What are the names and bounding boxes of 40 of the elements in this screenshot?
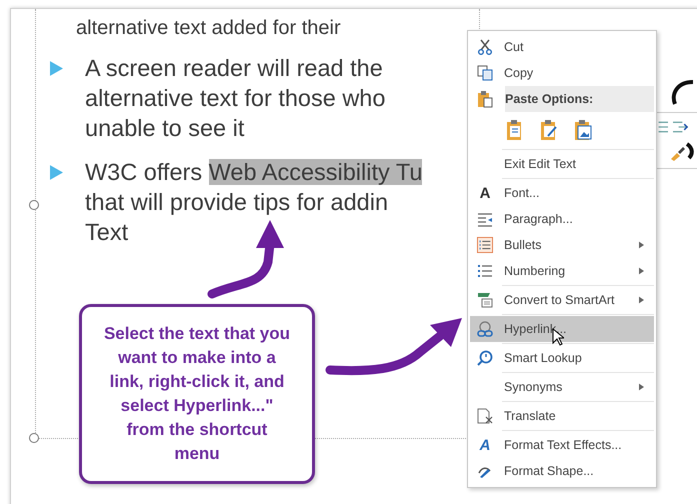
clipboard-icon bbox=[540, 119, 558, 141]
slide-text: W3C offers bbox=[85, 159, 204, 185]
menu-item[interactable]: Convert to SmartArt bbox=[470, 287, 654, 313]
menu-item[interactable]: Copy bbox=[470, 60, 654, 86]
hyperlink-icon bbox=[477, 321, 493, 337]
bullet-list-icon bbox=[477, 237, 493, 253]
menu-item[interactable]: Cut bbox=[470, 34, 654, 60]
callout-text: Select the text that you want to make into a link, right-click it, and select Hyperlink..." from the shortcut menu bbox=[102, 323, 292, 465]
paragraph-icon bbox=[477, 211, 493, 227]
slide-text: that will provide tips for addin bbox=[85, 188, 390, 217]
menu-item[interactable]: Exit Edit Text bbox=[470, 151, 654, 177]
slide-text: alternative text for those who bbox=[85, 84, 386, 113]
bullet-icon bbox=[50, 61, 63, 76]
menu-item[interactable]: A Format Text Effects... bbox=[470, 432, 654, 458]
indent-icon[interactable] bbox=[673, 121, 688, 133]
menu-item[interactable]: A Font... bbox=[470, 180, 654, 206]
slide-text: alternative text added for their bbox=[76, 17, 342, 39]
menu-item[interactable]: Smart Lookup bbox=[470, 345, 654, 371]
numbered-list-icon bbox=[477, 263, 493, 279]
menu-item[interactable]: Translate bbox=[470, 403, 654, 429]
menu-item[interactable]: Bullets bbox=[470, 232, 654, 258]
smartart-icon bbox=[477, 292, 493, 308]
menu-item[interactable]: Paragraph... bbox=[470, 206, 654, 232]
clipboard-icon bbox=[477, 90, 493, 108]
clipboard-icon bbox=[574, 119, 592, 141]
font-icon: A bbox=[480, 184, 490, 202]
slide-text: Text bbox=[85, 218, 130, 247]
slide-text: A screen reader will read the bbox=[85, 54, 384, 83]
clipboard-icon bbox=[506, 119, 524, 141]
translate-icon bbox=[477, 408, 493, 424]
menu-item[interactable]: Numbering bbox=[470, 258, 654, 284]
search-icon bbox=[477, 350, 493, 366]
paintbrush-icon[interactable] bbox=[669, 145, 685, 161]
menu-item[interactable]: Format Shape... bbox=[470, 458, 654, 484]
copy-icon bbox=[477, 65, 493, 81]
scissors-icon bbox=[477, 39, 493, 55]
slide-text: unable to see it bbox=[85, 114, 246, 143]
font-icon: A bbox=[480, 436, 490, 454]
menu-item[interactable]: Synonyms bbox=[470, 374, 654, 400]
bullet-icon bbox=[50, 165, 63, 180]
